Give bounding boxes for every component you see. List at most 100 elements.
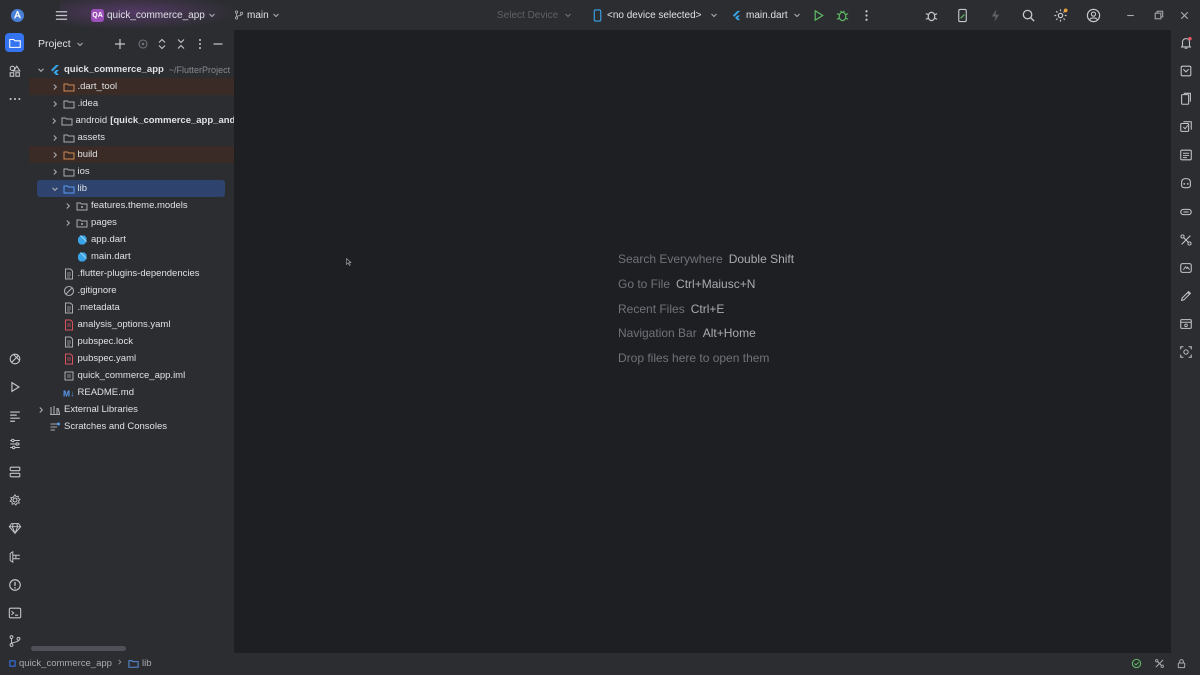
run-configuration-selector[interactable]: main.dart	[731, 0, 801, 30]
notifications-bell-icon[interactable]	[1176, 33, 1195, 52]
more-tools-icon[interactable]	[5, 89, 24, 108]
expand-chevron-right-icon[interactable]	[50, 82, 60, 92]
device-selector[interactable]: <no device selected>	[592, 0, 718, 30]
app-inspection-icon[interactable]	[1176, 202, 1195, 221]
tree-row[interactable]: lib	[37, 180, 225, 197]
collapse-all-icon[interactable]	[174, 37, 188, 51]
tree-row[interactable]: .gitignore	[29, 282, 234, 299]
device-manager-icon[interactable]	[952, 5, 972, 25]
tree-row[interactable]: main.dart	[29, 248, 234, 265]
expand-chevron-right-icon[interactable]	[50, 116, 58, 126]
layout-inspector-icon[interactable]	[1176, 230, 1195, 249]
flutter-inspector-icon[interactable]	[5, 349, 24, 368]
folder-excluded-icon	[63, 81, 75, 93]
tree-row[interactable]: build	[29, 146, 234, 163]
tree-row[interactable]: .idea	[29, 95, 234, 112]
expand-chevron-right-icon[interactable]	[50, 167, 60, 177]
breadcrumb-folder[interactable]: lib	[128, 658, 152, 669]
resource-manager-icon[interactable]	[5, 61, 24, 80]
gemini-diamond-icon[interactable]	[5, 518, 24, 537]
tree-row[interactable]: Scratches and Consoles	[29, 418, 234, 435]
tree-row[interactable]: M↓ README.md	[29, 384, 234, 401]
new-file-plus-icon[interactable]	[113, 37, 127, 51]
more-vertical-icon[interactable]	[856, 5, 876, 25]
gradle-plugins-icon[interactable]	[5, 490, 24, 509]
expand-chevron-right-icon[interactable]	[63, 201, 73, 211]
expand-all-icon[interactable]	[155, 37, 169, 51]
build-variants-icon[interactable]	[5, 434, 24, 453]
breadcrumb-project[interactable]: quick_commerce_app	[9, 658, 112, 669]
collapse-chevron-down-icon[interactable]	[36, 65, 46, 75]
project-tool-folder-icon[interactable]	[5, 33, 24, 52]
locate-file-icon[interactable]	[136, 37, 150, 51]
editor-empty-area[interactable]: Search Everywhere Double Shift Go to File…	[238, 30, 1171, 653]
version-control-icon[interactable]	[5, 631, 24, 650]
project-selector[interactable]: QA quick_commerce_app	[91, 0, 216, 30]
copilot-assistant-icon[interactable]	[1176, 173, 1195, 192]
android-studio-logo-icon[interactable]	[7, 5, 27, 25]
debug-icon[interactable]	[832, 5, 852, 25]
tree-row[interactable]: features.theme.models	[29, 197, 234, 214]
project-view-selector[interactable]: Project	[38, 38, 84, 50]
select-device-dropdown[interactable]: Select Device	[497, 0, 572, 30]
logcat-icon[interactable]	[1176, 145, 1195, 164]
horizontal-scrollbar[interactable]	[31, 646, 126, 651]
expand-chevron-right-icon[interactable]	[50, 99, 60, 109]
search-icon[interactable]	[1018, 5, 1038, 25]
structure-icon[interactable]	[5, 406, 24, 425]
preview-window-icon[interactable]	[1176, 314, 1195, 333]
close-window-icon[interactable]	[1174, 5, 1194, 25]
memory-indicator-icon[interactable]	[1154, 658, 1168, 669]
problems-icon[interactable]	[5, 575, 24, 594]
lock-file-icon[interactable]	[1176, 658, 1190, 669]
options-more-icon[interactable]	[193, 37, 207, 51]
screen-capture-icon[interactable]	[1176, 342, 1195, 361]
tree-row[interactable]: quick_commerce_app.iml	[29, 367, 234, 384]
attach-debugger-icon[interactable]	[921, 5, 941, 25]
tree-row[interactable]: ios	[29, 163, 234, 180]
gradle-tool-icon[interactable]	[1176, 61, 1195, 80]
tree-row[interactable]: External Libraries	[29, 401, 234, 418]
tree-row[interactable]: pages	[29, 214, 234, 231]
running-devices-icon[interactable]	[1176, 117, 1195, 136]
tree-row[interactable]: pubspec.lock	[29, 333, 234, 350]
restore-window-icon[interactable]	[1148, 5, 1168, 25]
tree-row[interactable]: assets	[29, 129, 234, 146]
collapse-chevron-down-icon[interactable]	[50, 184, 60, 194]
branch-selector[interactable]: main	[234, 0, 280, 30]
main-menu-icon[interactable]	[51, 5, 71, 25]
tree-row[interactable]: .dart_tool	[29, 78, 234, 95]
hot-reload-icon[interactable]	[985, 5, 1005, 25]
folder-excluded-icon	[63, 149, 75, 161]
expand-chevron-right-icon[interactable]	[36, 405, 46, 415]
chevron-down-icon	[208, 13, 215, 18]
settings-gear-icon[interactable]	[1050, 5, 1070, 25]
tree-row[interactable]: quick_commerce_app ~/FlutterProject	[29, 61, 234, 78]
app-quality-insights-icon[interactable]	[5, 547, 24, 566]
expand-chevron-right-icon[interactable]	[50, 133, 60, 143]
status-check-icon[interactable]	[1131, 658, 1145, 669]
hide-panel-minus-icon[interactable]	[211, 37, 225, 51]
tree-row[interactable]: analysis_options.yaml	[29, 316, 234, 333]
pencil-edit-icon[interactable]	[1176, 286, 1195, 305]
services-icon[interactable]	[5, 462, 24, 481]
account-icon[interactable]	[1083, 5, 1103, 25]
emulator-icon[interactable]	[1176, 258, 1195, 277]
tree-row[interactable]: .metadata	[29, 299, 234, 316]
terminal-icon[interactable]	[5, 603, 24, 622]
tree-row-label: .flutter-plugins-dependencies	[77, 268, 200, 279]
tree-row[interactable]: .flutter-plugins-dependencies	[29, 265, 234, 282]
tree-row[interactable]: android [quick_commerce_app_and	[29, 112, 234, 129]
minimize-window-icon[interactable]	[1120, 5, 1140, 25]
expand-chevron-right-icon[interactable]	[50, 150, 60, 160]
device-file-explorer-icon[interactable]	[1176, 89, 1195, 108]
run-tool-icon[interactable]	[5, 377, 24, 396]
run-icon[interactable]	[808, 5, 828, 25]
tree-row[interactable]: app.dart	[29, 231, 234, 248]
hint-shortcut: Ctrl+Maiusc+N	[676, 277, 756, 291]
expand-chevron-right-icon[interactable]	[63, 218, 73, 228]
tree-row[interactable]: pubspec.yaml	[29, 350, 234, 367]
